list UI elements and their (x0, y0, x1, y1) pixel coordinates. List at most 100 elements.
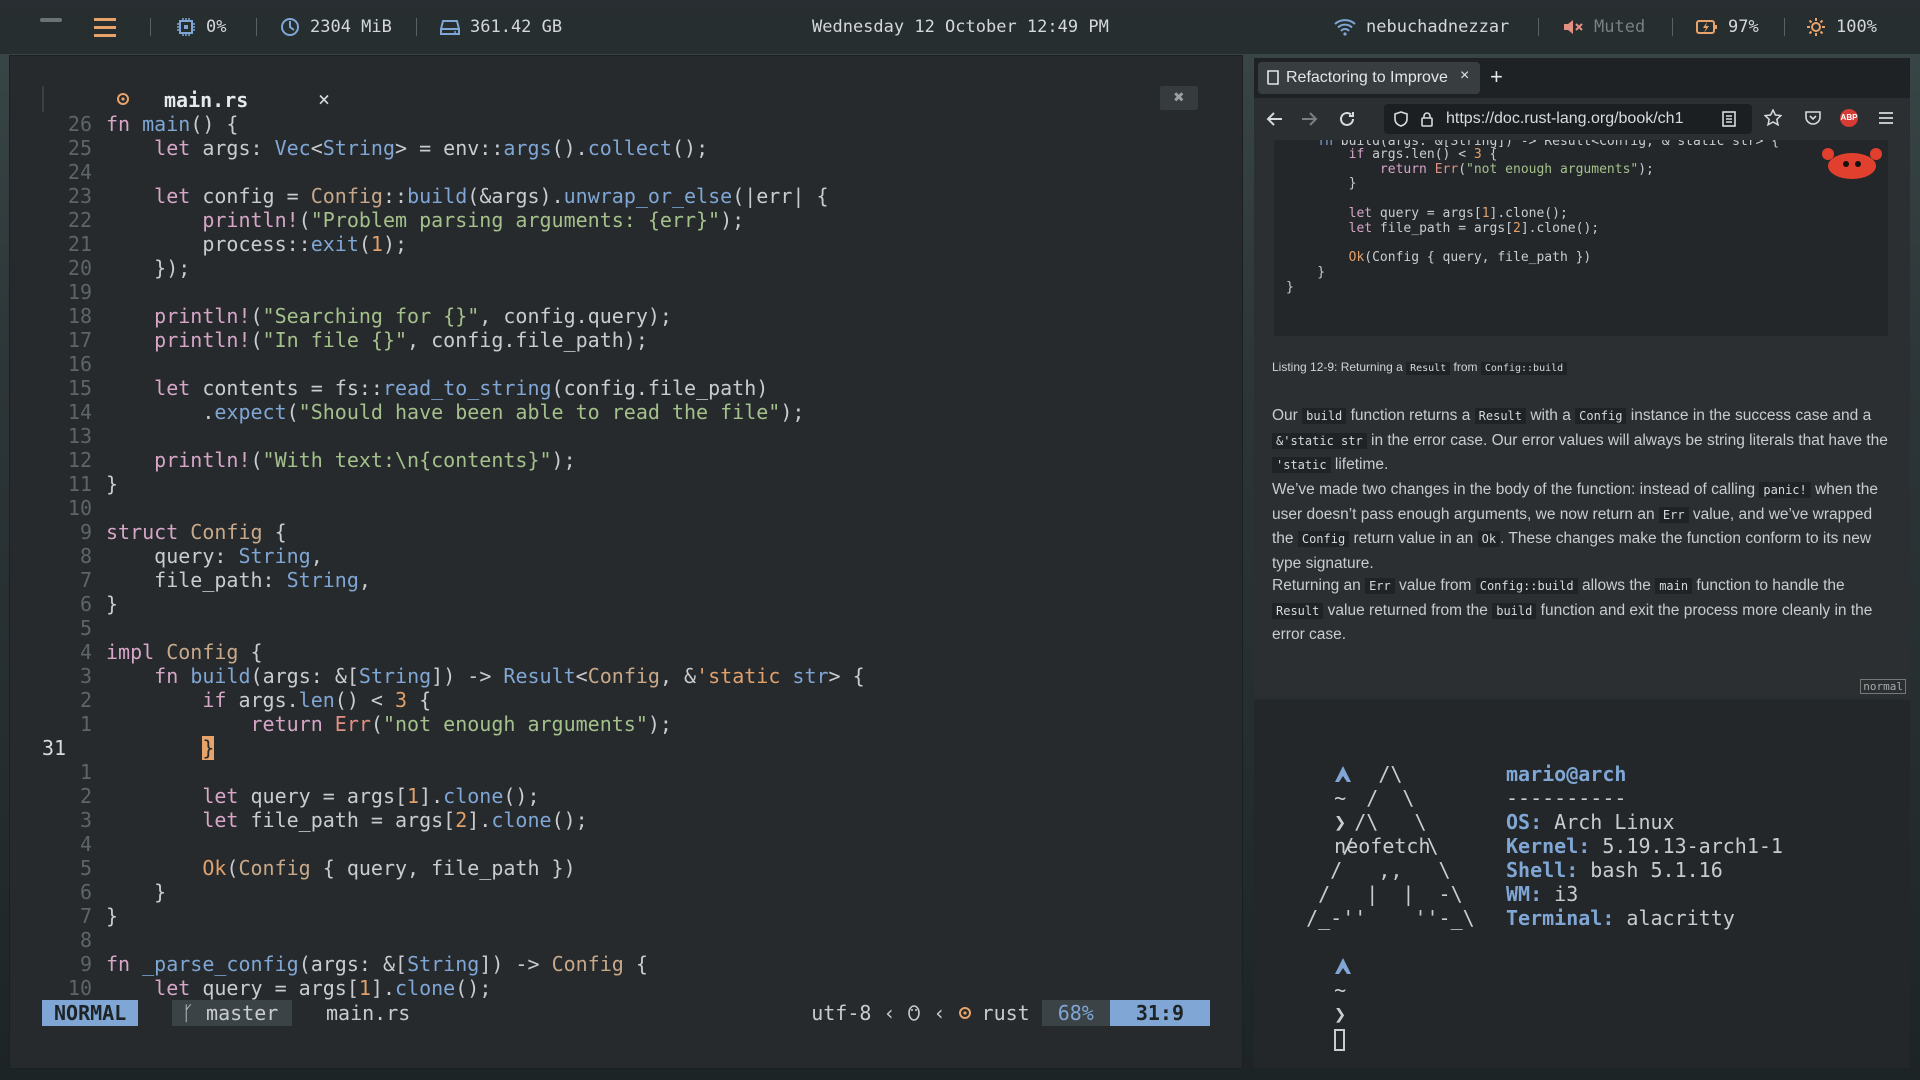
code-line[interactable]: 21 process::exit(1); (40, 232, 1220, 256)
line-number: 4 (79, 640, 92, 664)
line-text: file_path: String, (106, 568, 371, 592)
code-line[interactable]: 23 let config = Config::build(&args).unw… (40, 184, 1220, 208)
code-line[interactable]: 9 struct Config { (40, 520, 1220, 544)
adblock-icon[interactable]: ABP (1840, 109, 1858, 127)
reader-view-icon[interactable] (1722, 111, 1736, 127)
code-line[interactable]: 14 .expect("Should have been able to rea… (40, 400, 1220, 424)
line-text: let config = Config::build(&args).unwrap… (154, 184, 829, 208)
code-line[interactable]: 3 let file_path = args[2].clone(); (40, 808, 1220, 832)
bookmark-star-icon[interactable] (1764, 109, 1782, 127)
code-line[interactable]: 11} (40, 472, 1220, 496)
code-line[interactable]: 5 (40, 616, 1220, 640)
menu-icon[interactable] (1878, 111, 1894, 125)
line-text: } (106, 472, 119, 496)
code-line[interactable]: 25 let args: Vec<String> = env::args().c… (40, 136, 1220, 160)
code-line[interactable]: 2 let query = args[1].clone(); (40, 784, 1220, 808)
code-area[interactable]: 26 fn main() {25 let args: Vec<String> = … (40, 112, 1220, 1000)
workspace-indicator-inactive[interactable] (40, 18, 62, 22)
neovim-window[interactable]: main.rs × ✖ 26 fn main() {25 let args: Ve… (10, 56, 1242, 1068)
line-text: let contents = fs::read_to_string(config… (154, 376, 769, 400)
new-tab-button[interactable]: + (1490, 64, 1503, 90)
cpu-usage: 0% (206, 17, 227, 37)
code-line[interactable]: 1 (40, 760, 1220, 784)
buffer-close-button[interactable]: × (318, 87, 330, 111)
code-line[interactable]: 1 return Err("not enough arguments"); (40, 712, 1220, 736)
paragraph: Our build function returns a Result with… (1272, 407, 1888, 473)
linux-penguin-icon (908, 1005, 921, 1021)
line-number: 2 (79, 688, 92, 712)
prompt-chevron-icon: ❯ (1334, 1002, 1347, 1026)
git-branch-name: master (206, 1001, 279, 1025)
code-line[interactable]: 13 (40, 424, 1220, 448)
back-icon[interactable] (1266, 110, 1284, 128)
code-line[interactable]: 5 Ok(Config { query, file_path }) (40, 856, 1220, 880)
url-bar[interactable]: https://doc.rust-lang.org/book/ch1 (1384, 104, 1752, 134)
reload-icon[interactable] (1338, 110, 1356, 128)
firefox-window[interactable]: Refactoring to Improve × + https://doc.r… (1254, 58, 1910, 698)
close-window-button[interactable]: ✖ (1160, 86, 1198, 110)
code-line[interactable]: 7} (40, 904, 1220, 928)
neofetch-key: Kernel: (1506, 834, 1591, 858)
chevron-left-icon: ‹ (883, 1001, 896, 1025)
shield-icon[interactable] (1394, 111, 1408, 127)
clock[interactable]: Wednesday 12 October 12:49 PM (812, 17, 1109, 37)
code-line[interactable]: 24 (40, 160, 1220, 184)
lock-icon[interactable] (1420, 111, 1434, 127)
code-line[interactable]: 19 (40, 280, 1220, 304)
code-line[interactable]: 31 } (40, 736, 1220, 760)
code-line[interactable]: 3 fn build(args: &[String]) -> Result<Co… (40, 664, 1220, 688)
volume-muted-icon (1564, 20, 1583, 34)
neofetch-userhost: mario@arch (1506, 762, 1627, 786)
code-line[interactable]: 26 fn main() { (40, 112, 1220, 136)
line-number: 1 (79, 712, 92, 736)
forward-icon[interactable] (1300, 110, 1318, 128)
code-line[interactable]: 15 let contents = fs::read_to_string(con… (40, 376, 1220, 400)
line-text: Ok(Config { query, file_path }) (202, 856, 576, 880)
line-text: } (106, 880, 167, 904)
brightness-widget[interactable]: 100% (1806, 17, 1877, 37)
wifi-widget[interactable]: nebuchadnezzar (1334, 17, 1509, 37)
code-line[interactable]: 8 query: String, (40, 544, 1220, 568)
code-line[interactable]: 18 println!("Searching for {}", config.q… (40, 304, 1220, 328)
listing-line: if args.len() < 3 { (1348, 147, 1498, 162)
code-line[interactable]: 16 (40, 352, 1220, 376)
line-text: println!("With text:\n{contents}"); (154, 448, 576, 472)
terminal-window[interactable]: ~ ❯ neofetch /\ / \ /\ \ / \ / ,, \ / | … (1254, 700, 1910, 1068)
line-number: 31 (42, 736, 67, 760)
code-line[interactable]: 7 file_path: String, (40, 568, 1220, 592)
code-line[interactable]: 6} (40, 592, 1220, 616)
line-number: 23 (67, 184, 92, 208)
code-line[interactable]: 22 println!("Problem parsing arguments: … (40, 208, 1220, 232)
code-line[interactable]: 8 (40, 928, 1220, 952)
code-line[interactable]: 4 impl Config { (40, 640, 1220, 664)
code-line[interactable]: 12 println!("With text:\n{contents}"); (40, 448, 1220, 472)
browser-tab-close-button[interactable]: × (1460, 67, 1469, 85)
line-text: fn _parse_config(args: &[String]) -> Con… (106, 952, 648, 976)
caption-mid: from (1450, 360, 1481, 374)
memory-icon (281, 18, 299, 36)
code-line[interactable]: 10 (40, 496, 1220, 520)
separator (150, 18, 151, 36)
browser-tab-active[interactable]: Refactoring to Improve × (1258, 62, 1480, 94)
pocket-icon[interactable] (1804, 110, 1822, 126)
terminal-cursor (1334, 1028, 1346, 1051)
listing-line: } (1286, 176, 1357, 191)
line-number: 14 (67, 400, 92, 424)
code-line[interactable]: 4 (40, 832, 1220, 856)
volume-widget[interactable]: Muted (1562, 17, 1645, 37)
code-line[interactable]: 9 fn _parse_config(args: &[String]) -> Co… (40, 952, 1220, 976)
workspace-indicator-active[interactable] (94, 18, 116, 37)
code-line[interactable]: 2 if args.len() < 3 { (40, 688, 1220, 712)
url-text[interactable]: https://doc.rust-lang.org/book/ch1 (1446, 110, 1716, 128)
buffer-tab-main-rs[interactable]: main.rs (164, 88, 248, 112)
code-line[interactable]: 10 let query = args[1].clone(); (40, 976, 1220, 1000)
scroll-percent: 68% (1041, 1000, 1110, 1026)
code-line[interactable]: 17 println!("In file {}", config.file_pa… (40, 328, 1220, 352)
code-line[interactable]: 6 } (40, 880, 1220, 904)
page-content[interactable]: fn build(args: &[String]) -> Result<Conf… (1254, 140, 1910, 698)
browser-tab-strip: Refactoring to Improve × + (1254, 58, 1910, 98)
code-line[interactable]: 20 }); (40, 256, 1220, 280)
disk-icon (440, 20, 460, 35)
prompt-line[interactable]: ~ ❯ (1286, 930, 1352, 1075)
line-text: } (106, 904, 119, 928)
